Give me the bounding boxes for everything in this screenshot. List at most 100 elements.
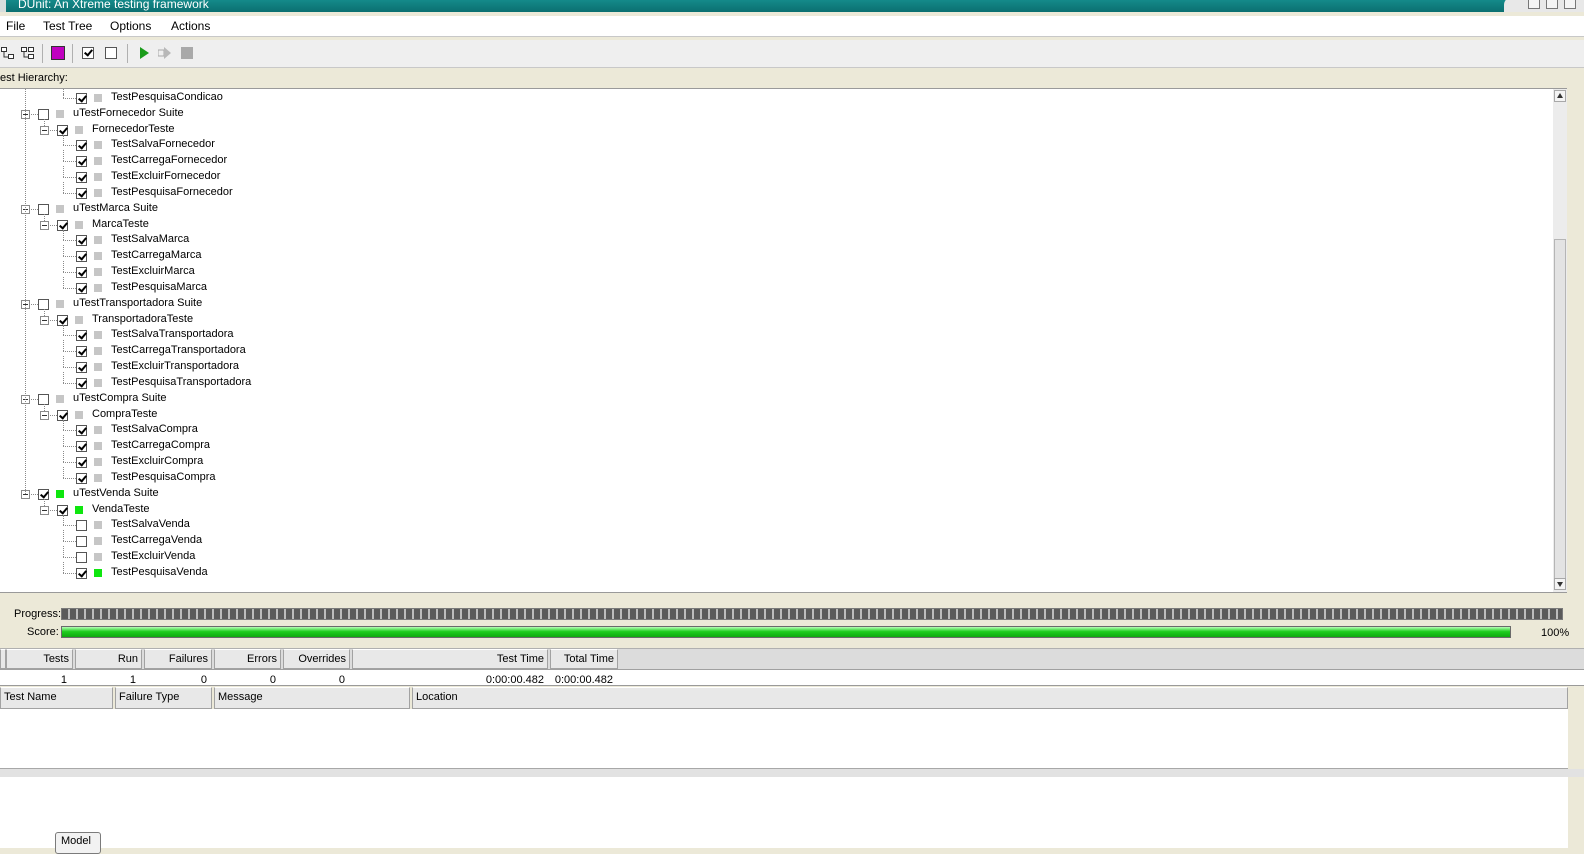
tree-line xyxy=(63,530,64,541)
tree-node-label[interactable]: TestCarregaMarca xyxy=(111,249,201,261)
collapse-icon[interactable] xyxy=(40,411,49,420)
test-checkbox[interactable] xyxy=(76,457,87,468)
test-checkbox[interactable] xyxy=(76,140,87,151)
scroll-down-icon[interactable] xyxy=(1554,578,1566,590)
tree-node-label[interactable]: TestPesquisaTransportadora xyxy=(111,376,251,388)
test-checkbox[interactable] xyxy=(76,346,87,357)
tree-node-label[interactable]: TestExcluirTransportadora xyxy=(111,360,239,372)
test-checkbox[interactable] xyxy=(76,441,87,452)
stats-header-failures[interactable]: Failures xyxy=(144,649,212,669)
tree-node-label[interactable]: TestPesquisaCompra xyxy=(111,471,216,483)
test-checkbox[interactable] xyxy=(76,568,87,579)
test-checkbox[interactable] xyxy=(76,188,87,199)
stat-errors: 0 xyxy=(269,674,276,684)
tree-line xyxy=(63,272,76,273)
close-icon[interactable] xyxy=(1564,0,1576,9)
model-button[interactable]: Model xyxy=(55,832,101,854)
select-failed-icon[interactable] xyxy=(51,46,65,60)
tree-line xyxy=(63,256,76,257)
tree-node-label[interactable]: uTestVenda Suite xyxy=(73,487,159,499)
stats-header-total-time[interactable]: Total Time xyxy=(550,649,618,669)
maximize-icon[interactable] xyxy=(1546,0,1558,9)
collapse-icon[interactable] xyxy=(40,221,49,230)
tree-node-label[interactable]: TestPesquisaFornecedor xyxy=(111,186,233,198)
test-tree[interactable]: TestPesquisaCondicao uTestFornecedor Suit… xyxy=(0,88,1553,593)
tree-node-label[interactable]: TransportadoraTeste xyxy=(92,313,193,325)
test-checkbox[interactable] xyxy=(76,425,87,436)
test-checkbox[interactable] xyxy=(76,251,87,262)
test-checkbox[interactable] xyxy=(76,283,87,294)
tree-node-label[interactable]: TestSalvaVenda xyxy=(111,518,190,530)
tree-node-label[interactable]: VendaTeste xyxy=(92,503,150,515)
tree-node-label[interactable]: TestExcluirFornecedor xyxy=(111,170,220,182)
tree-node-label[interactable]: TestCarregaVenda xyxy=(111,534,202,546)
toolbar-separator xyxy=(127,44,128,63)
tree-node-label[interactable]: TestCarregaCompra xyxy=(111,439,210,451)
test-checkbox[interactable] xyxy=(76,93,87,104)
test-checkbox[interactable] xyxy=(76,552,87,563)
check-icon[interactable] xyxy=(82,47,94,59)
failures-header-test-name[interactable]: Test Name xyxy=(0,687,113,709)
tree-node-label[interactable]: TestExcluirCompra xyxy=(111,455,203,467)
uncheck-icon[interactable] xyxy=(105,47,117,59)
collapse-icon[interactable] xyxy=(40,506,49,515)
menu-test-tree[interactable]: Test Tree xyxy=(43,19,92,33)
tree-scrollbar[interactable] xyxy=(1553,88,1567,593)
tree-node-label[interactable]: uTestFornecedor Suite xyxy=(73,107,184,119)
run-selected-icon[interactable] xyxy=(157,46,172,60)
tree-line xyxy=(63,98,76,99)
test-checkbox[interactable] xyxy=(76,156,87,167)
test-checkbox[interactable] xyxy=(76,536,87,547)
tree-node-label[interactable]: TestExcluirVenda xyxy=(111,550,195,562)
splitter[interactable] xyxy=(0,769,1584,777)
tree-node-label[interactable]: TestPesquisaMarca xyxy=(111,281,207,293)
tree-node-label[interactable]: uTestMarca Suite xyxy=(73,202,158,214)
test-checkbox[interactable] xyxy=(76,235,87,246)
scroll-up-icon[interactable] xyxy=(1554,90,1566,102)
tree-node-label[interactable]: CompraTeste xyxy=(92,408,157,420)
stats-header-overrides[interactable]: Overrides xyxy=(283,649,350,669)
select-all-icon[interactable] xyxy=(1,46,15,60)
tree-node-label[interactable]: MarcaTeste xyxy=(92,218,149,230)
failure-list[interactable] xyxy=(0,709,1568,769)
progress-label: Progress: xyxy=(14,608,62,620)
menu-file[interactable]: File xyxy=(6,19,25,33)
menu-actions[interactable]: Actions xyxy=(171,19,210,33)
stats-header-run[interactable]: Run xyxy=(75,649,142,669)
minimize-icon[interactable] xyxy=(1528,0,1540,9)
failures-header-location[interactable]: Location xyxy=(412,687,1568,709)
test-checkbox[interactable] xyxy=(76,362,87,373)
tree-node-label[interactable]: TestCarregaTransportadora xyxy=(111,344,246,356)
run-icon[interactable] xyxy=(137,46,151,60)
stop-icon[interactable] xyxy=(181,47,193,59)
stats-header-errors[interactable]: Errors xyxy=(214,649,281,669)
failures-header-failure-type[interactable]: Failure Type xyxy=(115,687,212,709)
test-checkbox[interactable] xyxy=(76,172,87,183)
tree-node-label[interactable]: uTestCompra Suite xyxy=(73,392,167,404)
tree-node-label[interactable]: TestCarregaFornecedor xyxy=(111,154,227,166)
failures-header-message[interactable]: Message xyxy=(214,687,410,709)
status-icon xyxy=(56,490,64,498)
test-checkbox[interactable] xyxy=(76,473,87,484)
tree-node-label[interactable]: TestPesquisaVenda xyxy=(111,566,208,578)
tree-node-label[interactable]: FornecedorTeste xyxy=(92,123,175,135)
scroll-thumb[interactable] xyxy=(1554,239,1566,584)
test-checkbox[interactable] xyxy=(76,330,87,341)
collapse-icon[interactable] xyxy=(40,316,49,325)
collapse-icon[interactable] xyxy=(40,126,49,135)
tree-line xyxy=(63,525,76,526)
menu-options[interactable]: Options xyxy=(110,19,151,33)
stats-header-tests[interactable]: Tests xyxy=(6,649,73,669)
tree-node-label[interactable]: TestSalvaMarca xyxy=(111,233,189,245)
stats-header-test-time[interactable]: Test Time xyxy=(352,649,548,669)
tree-node-label[interactable]: uTestTransportadora Suite xyxy=(73,297,202,309)
deselect-all-icon[interactable] xyxy=(21,46,35,60)
tree-node-label[interactable]: TestSalvaFornecedor xyxy=(111,138,215,150)
test-checkbox[interactable] xyxy=(76,267,87,278)
tree-node-label[interactable]: TestSalvaTransportadora xyxy=(111,328,234,340)
tree-node-label[interactable]: TestPesquisaCondicao xyxy=(111,91,223,103)
test-checkbox[interactable] xyxy=(76,520,87,531)
tree-node-label[interactable]: TestSalvaCompra xyxy=(111,423,198,435)
test-checkbox[interactable] xyxy=(76,378,87,389)
tree-node-label[interactable]: TestExcluirMarca xyxy=(111,265,195,277)
